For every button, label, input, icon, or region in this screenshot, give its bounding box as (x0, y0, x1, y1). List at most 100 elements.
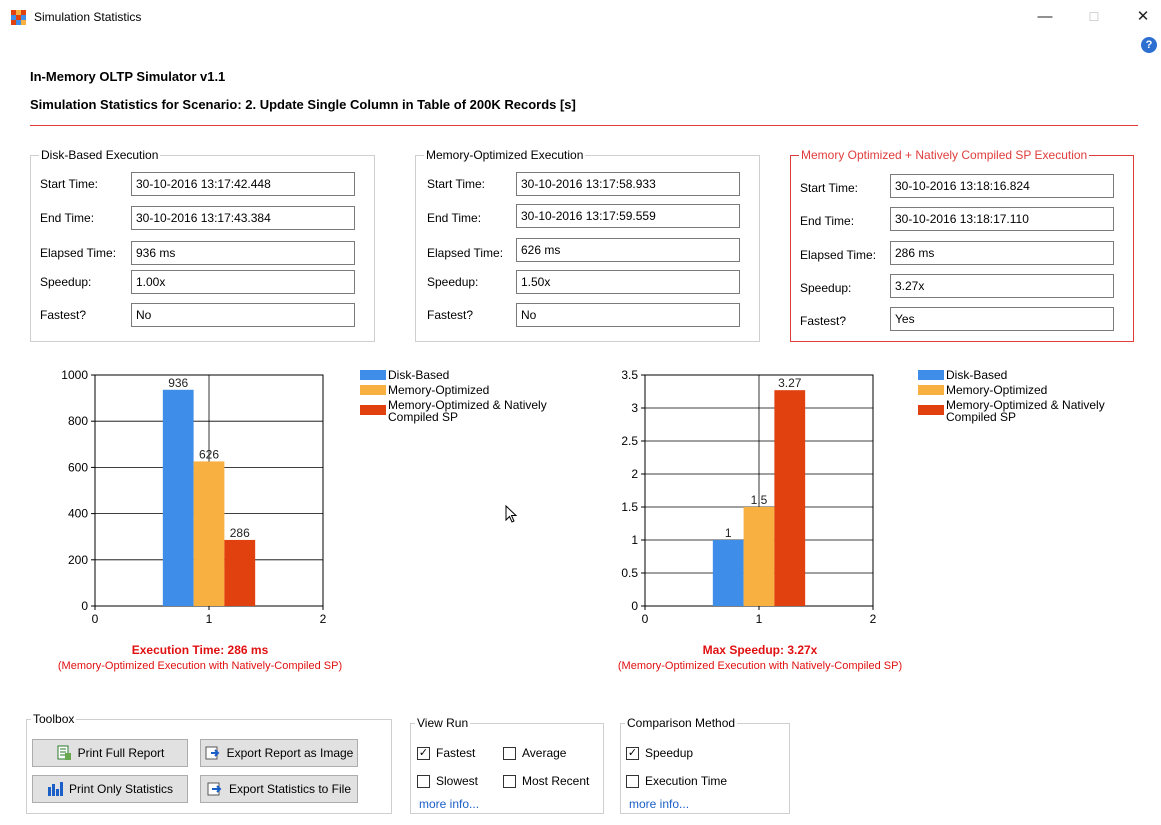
speedup-field[interactable]: 1.00x (131, 270, 355, 294)
checkbox-box[interactable] (503, 774, 516, 788)
y-tick-label: 1.5 (621, 500, 638, 514)
x-tick-label: 0 (92, 612, 99, 626)
execution-chart-legend: Disk-Based Memory-Optimized Memory-Optim… (360, 368, 570, 428)
legend-label-native: Memory-Optimized & Natively Compiled SP (388, 398, 547, 424)
speedup-field[interactable]: 1.50x (516, 270, 740, 294)
y-tick-label: 0.5 (621, 566, 638, 580)
speedup-label: Speedup: (800, 281, 852, 295)
y-tick-label: 2 (631, 467, 638, 481)
elapsed-time-field[interactable]: 936 ms (131, 241, 355, 265)
average-checkbox[interactable]: Average (503, 746, 566, 760)
view-run-title: View Run (417, 716, 469, 730)
title-bar: Simulation Statistics — ☐ ✕ (0, 0, 1161, 32)
elapsed-time-field[interactable]: 626 ms (516, 238, 740, 262)
y-tick-label: 0 (631, 599, 638, 613)
fastest-field[interactable]: No (516, 303, 740, 327)
export-image-icon (205, 745, 221, 761)
comparison-method-title: Comparison Method (627, 716, 736, 730)
y-tick-label: 2.5 (621, 434, 638, 448)
elapsed-time-field[interactable]: 286 ms (890, 241, 1114, 265)
fastest-checkbox-label: Fastest (436, 746, 476, 760)
view-run-more-info-link[interactable]: more info... (419, 797, 479, 811)
execution-time-checkbox-label: Execution Time (645, 774, 728, 788)
close-button[interactable]: ✕ (1128, 6, 1158, 28)
x-tick-label: 1 (206, 612, 213, 626)
bar-native-compiled (224, 539, 256, 606)
group-title: Memory-Optimized Execution (426, 148, 584, 162)
fastest-field[interactable]: Yes (890, 307, 1114, 331)
y-tick-label: 800 (68, 414, 88, 428)
checkbox-box[interactable] (503, 746, 516, 760)
slowest-checkbox-label: Slowest (436, 774, 479, 788)
execution-time-chart: 0 200 400 600 800 1000 0 1 2 936 626 286 (61, 368, 327, 626)
start-time-label: Start Time: (800, 181, 859, 195)
y-tick-label: 600 (68, 460, 88, 474)
legend-label-disk: Disk-Based (946, 368, 1008, 382)
start-time-field[interactable]: 30-10-2016 13:17:58.933 (516, 172, 740, 196)
minimize-button[interactable]: — (1030, 6, 1060, 28)
x-tick-label: 2 (320, 612, 327, 626)
elapsed-time-label: Elapsed Time: (40, 246, 117, 260)
checkbox-box[interactable] (626, 774, 639, 788)
speedup-checkbox-label: Speedup (645, 746, 694, 760)
legend-swatch-memory (918, 385, 944, 395)
speedup-checkbox[interactable]: ✓ Speedup (626, 746, 693, 760)
help-icon[interactable]: ? (1141, 37, 1157, 53)
legend-label-native: Memory-Optimized & Natively Compiled SP (946, 398, 1105, 424)
export-statistics-file-button[interactable]: Export Statistics to File (200, 775, 358, 803)
start-time-field[interactable]: 30-10-2016 13:18:16.824 (890, 174, 1114, 198)
bar-value-label: 286 (230, 526, 250, 540)
start-time-label: Start Time: (427, 177, 486, 191)
checkbox-box[interactable]: ✓ (626, 746, 639, 760)
print-full-report-button[interactable]: Print Full Report (32, 739, 188, 767)
execution-time-subcaption: (Memory-Optimized Execution with Nativel… (57, 660, 343, 672)
bar-value-label: 936 (168, 376, 188, 390)
bar-disk-based (162, 389, 194, 606)
end-time-field[interactable]: 30-10-2016 13:17:43.384 (131, 206, 355, 230)
elapsed-time-label: Elapsed Time: (427, 246, 504, 260)
print-full-report-label: Print Full Report (77, 746, 165, 760)
bar-native-compiled (774, 390, 806, 606)
x-tick-label: 1 (756, 612, 763, 626)
comparison-more-info-link[interactable]: more info... (629, 797, 689, 811)
bar-memory-optimized (193, 461, 225, 606)
fastest-label: Fastest? (800, 314, 847, 328)
slowest-checkbox[interactable]: Slowest (417, 774, 478, 788)
toolbox-title: Toolbox (33, 712, 75, 726)
checkbox-box[interactable]: ✓ (417, 746, 430, 760)
legend-label-memory: Memory-Optimized (946, 383, 1048, 397)
y-tick-label: 1 (631, 533, 638, 547)
bar-memory-optimized (743, 507, 775, 606)
bar-chart-icon (47, 781, 63, 797)
print-only-statistics-label: Print Only Statistics (68, 782, 174, 796)
end-time-field[interactable]: 30-10-2016 13:17:59.559 (516, 204, 740, 228)
fastest-label: Fastest? (40, 308, 87, 322)
export-report-image-button[interactable]: Export Report as Image (200, 739, 358, 767)
y-tick-label: 200 (68, 553, 88, 567)
most-recent-checkbox[interactable]: Most Recent (503, 774, 589, 788)
fastest-checkbox[interactable]: ✓ Fastest (417, 746, 475, 760)
execution-time-checkbox[interactable]: Execution Time (626, 774, 727, 788)
end-time-field[interactable]: 30-10-2016 13:18:17.110 (890, 207, 1114, 231)
group-title: Memory Optimized + Natively Compiled SP … (801, 148, 1088, 162)
bar-value-label: 626 (199, 447, 219, 461)
export-file-icon (207, 781, 223, 797)
legend-swatch-memory (360, 385, 386, 395)
bar-value-label: 1 (725, 526, 732, 540)
fastest-field[interactable]: No (131, 303, 355, 327)
checkbox-box[interactable] (417, 774, 430, 788)
average-checkbox-label: Average (522, 746, 567, 760)
y-tick-label: 3 (631, 401, 638, 415)
legend-swatch-native (360, 405, 386, 415)
bar-value-label: 3.27 (778, 376, 802, 390)
maximize-button[interactable]: ☐ (1079, 6, 1109, 28)
window-title: Simulation Statistics (34, 10, 142, 24)
fastest-label: Fastest? (427, 308, 474, 322)
app-version-title: In-Memory OLTP Simulator v1.1 (30, 69, 226, 84)
legend-swatch-disk (360, 370, 386, 380)
mouse-cursor-icon (505, 505, 518, 523)
speedup-field[interactable]: 3.27x (890, 274, 1114, 298)
start-time-field[interactable]: 30-10-2016 13:17:42.448 (131, 172, 355, 196)
print-only-statistics-button[interactable]: Print Only Statistics (32, 775, 188, 803)
x-tick-label: 0 (642, 612, 649, 626)
